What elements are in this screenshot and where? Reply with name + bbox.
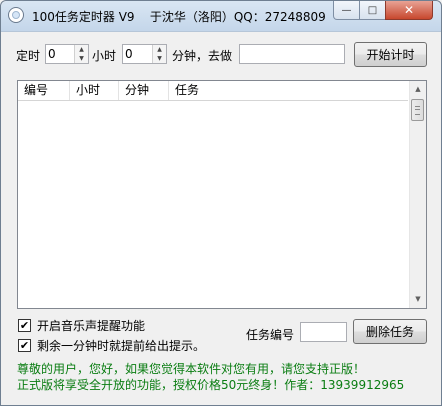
spin-down-icon[interactable]: ▼ [75,54,88,63]
task-list-header: 编号 小时 分钟 任务 [18,81,408,101]
task-number-label: 任务编号 [246,328,295,342]
minutes-spin-buttons[interactable]: ▲ ▼ [152,45,166,63]
one-minute-warning-label: 剩余一分钟时就提前给出提示。 [37,339,206,353]
close-icon: ✕ [403,3,415,17]
notice-line-1: 尊敬的用户，您好，如果您觉得本软件对您有用，请您支持正版！ [17,362,366,376]
notice-line-2: 正式版将享受全开放的功能，授权价格50元终身！作者：13939912965 [17,378,405,392]
app-window: 100任务定时器 V9 于沈华（洛阳）QQ：27248809 — □ ✕ 定时 … [0,0,442,406]
task-input[interactable] [239,44,345,64]
minutes-spinner[interactable]: ▲ ▼ [122,44,167,64]
column-header-minutes[interactable]: 分钟 [119,81,169,100]
scroll-thumb[interactable] [411,99,424,121]
music-reminder-label: 开启音乐声提醒功能 [37,319,146,333]
spin-up-icon[interactable]: ▲ [153,45,166,54]
minimize-icon: — [341,4,352,16]
minutes-input[interactable] [123,45,154,63]
check-icon: ✔ [18,339,31,352]
minimize-button[interactable]: — [333,1,360,20]
spin-down-icon[interactable]: ▼ [153,54,166,63]
timing-label: 定时 [16,49,41,63]
vertical-scrollbar[interactable]: ▲ ▼ [409,81,426,308]
minutes-then-label: 分钟，去做 [172,49,233,63]
scroll-up-icon[interactable]: ▲ [410,81,426,98]
column-header-task[interactable]: 任务 [169,81,408,100]
task-number-input[interactable] [300,322,347,342]
hours-input[interactable] [46,45,76,63]
hours-spinner[interactable]: ▲ ▼ [45,44,89,64]
start-timer-button[interactable]: 开始计时 [354,42,427,67]
delete-task-button[interactable]: 删除任务 [353,319,427,344]
music-reminder-checkbox[interactable]: ✔ 开启音乐声提醒功能 [18,317,145,334]
title-bar[interactable]: 100任务定时器 V9 于沈华（洛阳）QQ：27248809 — □ ✕ [1,1,441,32]
hours-spin-buttons[interactable]: ▲ ▼ [74,45,88,63]
scroll-down-icon[interactable]: ▼ [410,291,426,308]
maximize-button[interactable]: □ [359,1,386,20]
app-icon [8,7,24,23]
one-minute-warning-checkbox[interactable]: ✔ 剩余一分钟时就提前给出提示。 [18,337,205,354]
close-button[interactable]: ✕ [385,1,433,20]
maximize-icon: □ [367,4,378,16]
hours-label: 小时 [92,49,117,63]
spin-up-icon[interactable]: ▲ [75,45,88,54]
column-header-hours[interactable]: 小时 [70,81,119,100]
window-title: 100任务定时器 V9 于沈华（洛阳）QQ：27248809 [32,10,326,24]
check-icon: ✔ [18,319,31,332]
column-header-id[interactable]: 编号 [18,81,70,100]
task-list[interactable]: 编号 小时 分钟 任务 ▲ ▼ [17,80,427,309]
